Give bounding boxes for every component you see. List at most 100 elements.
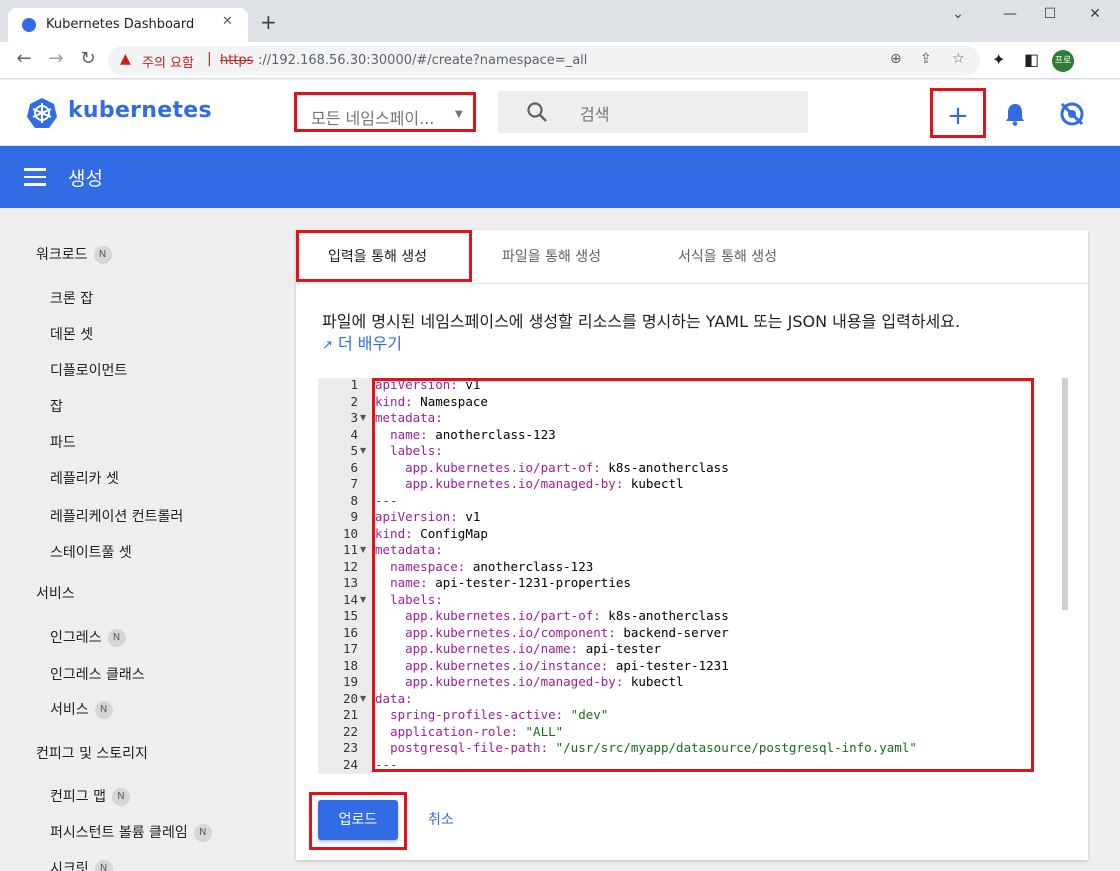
caret-down-icon: ▼: [455, 109, 463, 120]
sidebar-item-replicationcontrollers[interactable]: 레플리케이션 컨트롤러: [50, 506, 183, 526]
tab-search-icon[interactable]: ⌄: [943, 6, 973, 22]
line-number: 18: [342, 657, 358, 673]
tab-create-from-file[interactable]: 파일을 통해 생성: [502, 246, 601, 266]
line-number: 15: [342, 608, 358, 623]
yaml-editor[interactable]: 1 2 3 ▼ 4 5 ▼ 6 7 8 9 10 11 ▼ 12 13 14 ▼ 15 16 17 18 19 20 ▼ 21 22…: [318, 378, 1068, 774]
side-panel-icon[interactable]: ◧: [1024, 50, 1039, 69]
sidebar-item-jobs[interactable]: 잡: [50, 396, 63, 416]
tab-create-from-form[interactable]: 서식을 통해 생성: [678, 246, 777, 266]
bell-icon[interactable]: [1004, 102, 1026, 126]
url-text: ://192.168.56.30:30000/#/create?namespac…: [258, 53, 588, 68]
fold-toggle-icon[interactable]: ▼: [360, 410, 366, 427]
editor-highlight-box: [372, 378, 1034, 772]
learn-more-label: 더 배우기: [338, 334, 402, 353]
sidebar-item-configmaps[interactable]: 컨피그 맵 N: [50, 786, 130, 806]
line-number: 3: [350, 410, 358, 425]
bookmark-star-icon[interactable]: ☆: [952, 51, 965, 67]
tab-create-from-input[interactable]: 입력을 통해 생성: [296, 230, 472, 282]
line-number: 9: [350, 509, 358, 524]
sidebar-item-label: 시크릿: [50, 861, 89, 871]
minimize-window-button[interactable]: —: [995, 6, 1025, 22]
new-tab-button[interactable]: +: [260, 12, 277, 32]
sidebar-item-cronjobs[interactable]: 크론 잡: [50, 288, 93, 308]
search-placeholder: 검색: [580, 105, 610, 124]
line-number: 16: [342, 624, 358, 640]
browser-toolbar: ← → ↻ ▲ 주의 요함 | https ://192.168.56.30:3…: [0, 42, 1120, 79]
kubernetes-wordmark[interactable]: kubernetes: [68, 98, 212, 123]
profile-avatar[interactable]: 프로: [1052, 50, 1074, 72]
line-number: 11: [342, 542, 358, 557]
forward-icon[interactable]: →: [44, 48, 68, 69]
address-bar[interactable]: ▲ 주의 요함 | https ://192.168.56.30:30000/#…: [108, 46, 980, 75]
sidebar-item-ingressclasses[interactable]: 인그레스 클래스: [50, 664, 145, 684]
sidebar-item-replicasets[interactable]: 레플리카 셋: [50, 468, 119, 488]
share-icon[interactable]: ⇪: [920, 51, 932, 67]
sidebar-item-pvcs[interactable]: 퍼시스턴트 볼륨 클레임 N: [50, 822, 212, 842]
sidebar-item-label: 인그레스: [50, 630, 102, 646]
line-number: 13: [342, 575, 358, 590]
sidebar-item-services[interactable]: 서비스 N: [50, 699, 113, 719]
extensions-icon[interactable]: ✦: [992, 50, 1005, 69]
sidebar-item-pods[interactable]: 파드: [50, 432, 76, 452]
line-number: 6: [350, 459, 358, 475]
editor-scrollbar[interactable]: [1062, 378, 1068, 610]
fold-toggle-icon[interactable]: ▼: [360, 592, 366, 609]
sidebar-group-workloads[interactable]: 워크로드 N: [36, 244, 112, 264]
namespaced-badge: N: [94, 701, 113, 719]
search-input[interactable]: 검색: [498, 91, 808, 133]
maximize-window-button[interactable]: ☐: [1035, 6, 1065, 22]
create-description: 파일에 명시된 네임스페이스에 생성할 리소스를 명시하는 YAML 또는 JS…: [322, 312, 961, 331]
reload-icon[interactable]: ↻: [76, 48, 100, 69]
settings-off-icon[interactable]: [1058, 100, 1086, 128]
kubernetes-logo-icon[interactable]: [26, 97, 58, 129]
line-number: 8: [350, 492, 358, 508]
namespaced-badge: N: [93, 246, 112, 264]
sidebar-item-daemonsets[interactable]: 데몬 셋: [50, 324, 93, 344]
line-number: 24: [342, 756, 358, 772]
cancel-button[interactable]: 취소: [428, 809, 454, 829]
namespace-select[interactable]: 모든 네임스페이... ▼: [294, 92, 476, 132]
external-link-icon: ↗: [322, 338, 333, 353]
fold-toggle-icon[interactable]: ▼: [360, 443, 366, 460]
line-number: 20: [342, 690, 358, 706]
zoom-icon[interactable]: ⊕: [890, 51, 902, 67]
url-divider: |: [207, 51, 212, 67]
namespaced-badge: N: [111, 788, 130, 806]
line-number: 14: [342, 591, 358, 607]
sidebar-item-secrets[interactable]: 시크릿 N: [50, 858, 113, 871]
warning-icon[interactable]: ▲: [120, 51, 131, 67]
create-card: 입력을 통해 생성 파일을 통해 생성 서식을 통해 생성 파일에 명시된 네임…: [296, 230, 1088, 860]
sidebar-item-label: 서비스: [50, 702, 89, 718]
line-number: 5: [350, 443, 358, 458]
line-number: 17: [342, 641, 358, 656]
line-number: 1: [350, 378, 358, 392]
close-tab-icon[interactable]: ✕: [222, 14, 233, 29]
security-warning-text[interactable]: 주의 요함: [142, 52, 194, 71]
line-number: 23: [342, 740, 358, 755]
sidebar-item-ingresses[interactable]: 인그레스 N: [50, 627, 126, 647]
browser-tab[interactable]: Kubernetes Dashboard ✕: [8, 8, 248, 42]
sidebar-group-config-storage[interactable]: 컨피그 및 스토리지: [36, 743, 148, 763]
sidebar-item-statefulsets[interactable]: 스테이트풀 셋: [50, 542, 132, 562]
fold-toggle-icon[interactable]: ▼: [360, 542, 366, 559]
create-resource-button[interactable]: +: [930, 88, 986, 138]
back-icon[interactable]: ←: [12, 48, 36, 69]
upload-button[interactable]: 업로드: [318, 800, 398, 840]
namespace-select-value: 모든 네임스페이...: [311, 109, 435, 128]
line-number: 2: [350, 393, 358, 409]
page-title: 생성: [68, 168, 103, 190]
close-window-button[interactable]: ✕: [1080, 6, 1110, 22]
menu-icon[interactable]: [24, 168, 46, 186]
line-number: 19: [342, 674, 358, 689]
namespaced-badge: N: [193, 824, 212, 842]
sidebar: 워크로드 N 크론 잡 데몬 셋 디플로이먼트 잡 파드 레플리카 셋 레플리케이…: [0, 208, 282, 871]
fold-toggle-icon[interactable]: ▼: [360, 691, 366, 708]
sidebar-item-label: 컨피그 맵: [50, 789, 106, 805]
sidebar-group-label: 워크로드: [36, 247, 88, 263]
sidebar-item-deployments[interactable]: 디플로이먼트: [50, 360, 127, 380]
page-toolbar: 생성: [0, 146, 1120, 208]
line-number: 21: [342, 707, 358, 722]
learn-more-link[interactable]: ↗ 더 배우기: [322, 330, 402, 354]
sidebar-group-services[interactable]: 서비스: [36, 583, 75, 603]
tab-label: 입력을 통해 생성: [328, 249, 428, 265]
